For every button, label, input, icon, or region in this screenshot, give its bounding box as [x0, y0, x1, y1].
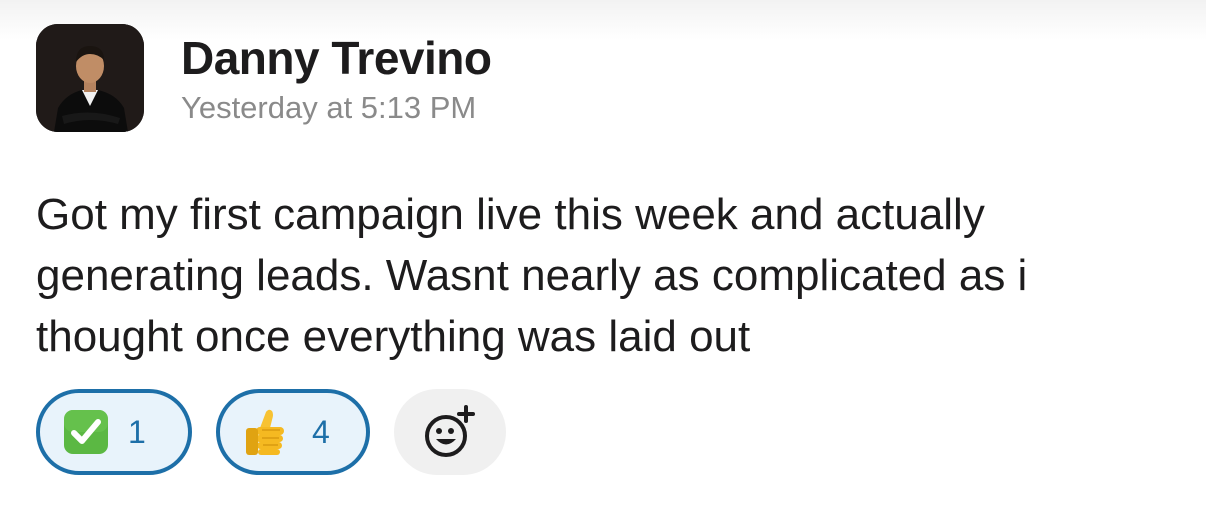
avatar[interactable] [36, 24, 144, 132]
reaction-thumbs-up[interactable]: 4 [216, 389, 370, 475]
avatar-image [36, 24, 144, 132]
reaction-count: 4 [312, 414, 330, 450]
white-check-mark-icon [64, 410, 108, 454]
reaction-check[interactable]: 1 [36, 389, 192, 475]
reactions-bar: 1 4 [36, 389, 506, 475]
message: Danny Trevino Yesterday at 5:13 PM Got m… [0, 0, 1206, 507]
add-reaction-button[interactable] [394, 389, 506, 475]
author-name[interactable]: Danny Trevino [181, 30, 492, 86]
timestamp[interactable]: Yesterday at 5:13 PM [181, 88, 476, 128]
thumbs-up-icon [246, 409, 284, 455]
reaction-count: 1 [128, 414, 146, 450]
message-text: Got my first campaign live this week and… [36, 190, 1028, 361]
add-reaction-icon [425, 405, 475, 457]
